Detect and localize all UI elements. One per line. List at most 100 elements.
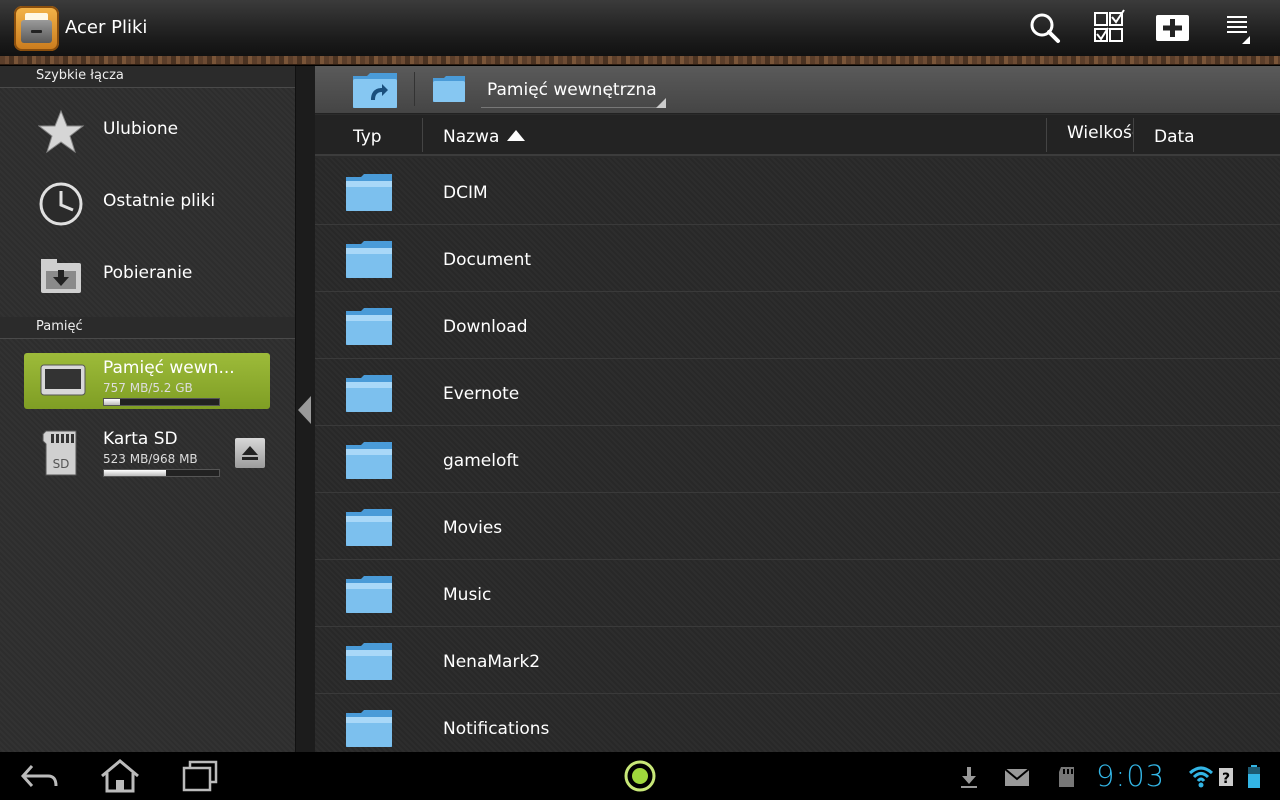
acer-ring-button[interactable]: [618, 758, 662, 794]
storage-item-sd-card[interactable]: SD Karta SD 523 MB/968 MB: [24, 424, 270, 484]
file-row[interactable]: Evernote: [315, 359, 1280, 426]
multi-select-button[interactable]: [1088, 8, 1130, 48]
plus-icon: [1156, 15, 1189, 41]
storage-name: Karta SD: [103, 429, 178, 449]
file-row[interactable]: gameloft: [315, 426, 1280, 493]
sidebar: Szybkie łącza Ulubione Ostatnie pliki Po…: [0, 66, 295, 752]
file-name: NenaMark2: [443, 652, 541, 672]
wood-divider: [0, 56, 1280, 65]
acer-ring-icon: [624, 760, 656, 792]
app-icon[interactable]: [14, 6, 59, 51]
new-folder-button[interactable]: [1152, 8, 1194, 48]
file-row[interactable]: Download: [315, 292, 1280, 359]
sidebar-item-favorites[interactable]: Ulubione: [0, 95, 295, 167]
sidebar-item-label: Ulubione: [103, 119, 179, 139]
file-name: Download: [443, 317, 528, 337]
file-row[interactable]: Music: [315, 560, 1280, 627]
file-row[interactable]: Notifications: [315, 694, 1280, 752]
wifi-icon: [1188, 766, 1214, 788]
file-name: Notifications: [443, 719, 550, 739]
sidebar-item-recent-files[interactable]: Ostatnie pliki: [0, 167, 295, 239]
action-bar: Acer Pliki: [0, 0, 1280, 56]
multi-select-icon: [1094, 9, 1125, 42]
sort-ascending-icon: [507, 130, 525, 141]
star-icon: [38, 109, 84, 154]
search-icon: [1030, 13, 1060, 43]
file-row[interactable]: Movies: [315, 493, 1280, 560]
svg-text:?: ?: [1222, 771, 1230, 787]
folder-icon: [346, 576, 392, 613]
storage-header: Pamięć: [0, 317, 295, 339]
column-header-row: Typ Nazwa Wielkość Data: [315, 115, 1280, 156]
recent-apps-button[interactable]: [178, 758, 222, 794]
panel-splitter[interactable]: [295, 66, 315, 752]
column-size[interactable]: Wielkość: [1067, 123, 1133, 143]
gmail-notification-icon[interactable]: [1004, 764, 1030, 790]
storage-name: Pamięć wewn...: [103, 358, 235, 378]
file-name: gameloft: [443, 451, 519, 471]
quick-links-header: Szybkie łącza: [0, 66, 295, 88]
overflow-menu-button[interactable]: [1218, 8, 1260, 48]
folder-icon: [346, 643, 392, 680]
collapse-arrow-icon[interactable]: [298, 396, 311, 424]
sd-card-notification-icon[interactable]: [1054, 764, 1080, 790]
file-name: Movies: [443, 518, 503, 538]
storage-size: 757 MB/5.2 GB: [103, 381, 193, 395]
file-name: DCIM: [443, 183, 488, 203]
system-bar: 9:03 ?: [0, 752, 1280, 800]
home-icon: [101, 759, 139, 793]
status-clock: 9:03: [1096, 759, 1166, 793]
overflow-menu-icon: [1227, 16, 1250, 44]
path-separator: [414, 72, 415, 106]
current-path-label[interactable]: Pamięć wewnętrzna: [487, 80, 657, 100]
folder-icon: [346, 710, 392, 747]
storage-usage-fill: [104, 470, 167, 476]
column-type[interactable]: Typ: [353, 127, 382, 147]
path-bar: Pamięć wewnętrzna: [315, 66, 1280, 114]
home-button[interactable]: [98, 758, 142, 794]
folder-icon: [346, 174, 392, 211]
folder-icon: [346, 241, 392, 278]
back-button[interactable]: [18, 758, 62, 794]
storage-item-internal[interactable]: Pamięć wewn... 757 MB/5.2 GB: [24, 353, 270, 409]
column-divider: [1133, 118, 1134, 152]
clock-icon: [39, 182, 83, 226]
download-notification-icon[interactable]: [956, 764, 982, 790]
tablet-storage-icon: [40, 364, 86, 396]
column-divider: [1046, 118, 1047, 152]
folder-icon: [346, 308, 392, 345]
sd-card-icon: SD: [42, 430, 77, 476]
dropdown-corner-icon: [656, 98, 666, 108]
up-folder-button[interactable]: [351, 70, 399, 110]
sidebar-item-downloads[interactable]: Pobieranie: [0, 239, 295, 311]
folder-icon: [433, 76, 465, 102]
folder-icon: [346, 509, 392, 546]
file-name: Music: [443, 585, 492, 605]
storage-usage-bar: [103, 469, 220, 477]
file-row[interactable]: NenaMark2: [315, 627, 1280, 694]
column-name[interactable]: Nazwa: [443, 127, 499, 147]
path-dropdown-underline: [481, 107, 666, 108]
unknown-status-icon: ?: [1219, 768, 1233, 787]
column-divider: [422, 118, 423, 152]
folder-icon: [346, 375, 392, 412]
file-row[interactable]: Document: [315, 225, 1280, 292]
file-row[interactable]: DCIM: [315, 158, 1280, 225]
storage-size: 523 MB/968 MB: [103, 452, 198, 466]
file-browser: Pamięć wewnętrzna Typ Nazwa Wielkość Dat…: [315, 66, 1280, 752]
storage-usage-fill: [104, 399, 121, 405]
folder-icon: [346, 442, 392, 479]
eject-icon: [242, 446, 258, 460]
download-folder-icon: [41, 259, 81, 293]
sd-badge: SD: [53, 457, 70, 471]
sidebar-item-label: Pobieranie: [103, 263, 193, 283]
file-name: Evernote: [443, 384, 520, 404]
file-name: Document: [443, 250, 532, 270]
battery-icon: [1248, 765, 1260, 788]
search-button[interactable]: [1024, 8, 1066, 48]
up-folder-icon: [353, 73, 397, 108]
eject-button[interactable]: [235, 438, 265, 468]
file-list: DCIM Document Download Evernote gameloft Movi…: [315, 158, 1280, 752]
back-icon: [20, 764, 58, 788]
column-date[interactable]: Data: [1154, 127, 1195, 147]
